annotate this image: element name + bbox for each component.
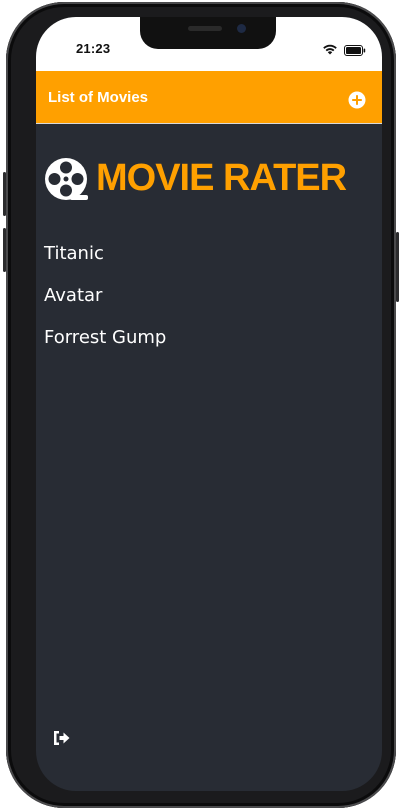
volume-button	[3, 228, 6, 272]
page-title: List of Movies	[48, 89, 149, 106]
header-divider	[36, 123, 382, 124]
front-camera	[237, 24, 246, 33]
app-screen: 21:23 List of Movies MOVIE RATER Titanic…	[36, 17, 382, 791]
movie-list: Titanic Avatar Forrest Gump	[44, 241, 166, 367]
film-reel-icon	[45, 158, 88, 200]
app-header: List of Movies	[36, 71, 382, 123]
wifi-icon	[323, 44, 337, 55]
app-logo: MOVIE RATER	[44, 155, 374, 203]
movie-item[interactable]: Titanic	[44, 241, 166, 283]
movie-item[interactable]: Avatar	[44, 283, 166, 325]
volume-button	[3, 172, 6, 216]
notch	[140, 17, 276, 49]
movie-item[interactable]: Forrest Gump	[44, 325, 166, 367]
power-button	[396, 232, 399, 302]
sign-out-icon[interactable]	[52, 729, 72, 747]
status-bar: 21:23	[36, 17, 382, 71]
battery-icon	[344, 45, 366, 56]
speaker-grille	[188, 26, 222, 31]
plus-circle-icon[interactable]	[346, 89, 368, 111]
status-time: 21:23	[76, 41, 111, 56]
logo-text: MOVIE RATER	[96, 157, 347, 199]
phone-frame: 21:23 List of Movies MOVIE RATER Titanic…	[3, 2, 399, 808]
